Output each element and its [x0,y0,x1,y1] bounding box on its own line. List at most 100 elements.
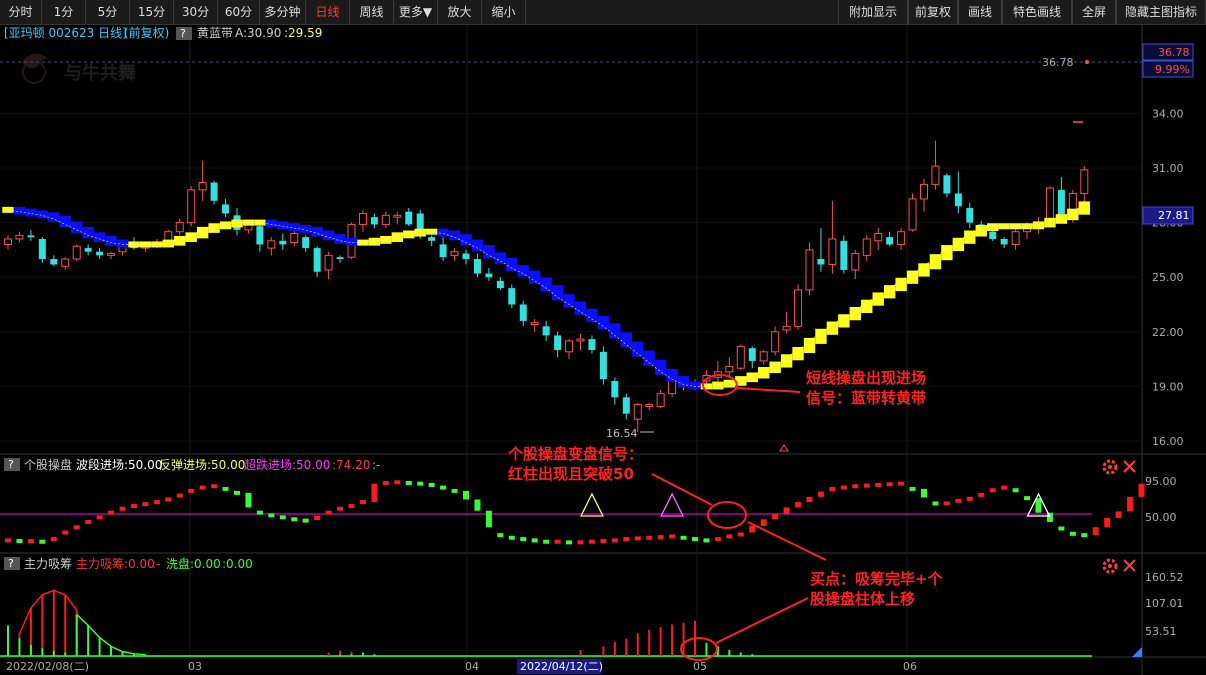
sub1-help-icon[interactable]: ? [8,458,14,471]
toolbar-btn-2[interactable]: 5分 [86,0,130,24]
sub1-param4: :74.20 [332,458,370,472]
sub2-help-icon[interactable]: ? [8,557,14,570]
band-segment [368,237,381,246]
sub1-bar [256,510,263,515]
sub1-bar [577,540,584,545]
sub1-bar [359,500,366,505]
toolbar-btn-9[interactable]: 更多▼ [394,0,438,24]
band-segment [849,306,861,321]
sub1-bar [16,539,23,544]
sub1-bar [337,506,344,511]
sub1-param3: 超跌进场:50.00 [244,457,330,472]
sub1-bar [692,537,698,542]
sub1-bar [1035,498,1042,513]
toolbar-btn-0[interactable]: 分时 [0,0,42,24]
band-segment [597,316,610,330]
date-may-label: 05 [693,660,707,673]
help-icon[interactable]: ? [180,27,186,40]
band-segment [769,361,781,374]
candle [794,284,803,330]
candle [736,344,745,371]
sub1-bar [943,501,950,506]
band-segment [574,301,587,315]
sub1-bar [566,540,573,545]
band-segment [826,321,839,335]
band-segment [1067,208,1079,221]
sub1-bar [291,517,298,522]
band-segment [758,367,770,379]
band-segment [643,350,655,366]
toolbar-right-btn-4[interactable]: 前复权 [908,0,958,24]
sub2-param4: :0.00 [222,557,253,571]
sub1-bar [474,499,481,511]
sub1-bar [955,498,962,503]
candle [840,235,848,274]
current-price-label: 27.81 [1158,209,1190,222]
toolbar-right-btn-0[interactable]: 隐藏主图指标 [1116,0,1206,24]
band-segment [1032,221,1045,230]
band-segment [139,241,152,248]
date-june-label: 06 [903,660,917,673]
sub1-bar [50,537,57,542]
indicator-a-value: :29.59 [284,26,322,40]
sub2-param3: 洗盘:0.00 [166,556,221,571]
toolbar-btn-6[interactable]: 多分钟 [260,0,306,24]
sub1-bar [222,486,229,491]
band-segment [48,212,60,222]
band-segment [941,245,953,261]
annotation-2-line2: 红柱出现且突破50 [508,465,634,483]
sub1-bar [840,485,847,490]
band-segment [964,230,976,244]
sub1-bar [829,486,836,491]
price-tick-5: 19.00 [1152,380,1184,393]
band-segment [174,235,186,246]
band-segment [906,270,919,284]
sub2-tick-low: 53.51 [1145,625,1177,638]
band-segment [803,337,816,353]
sub1-bar [1092,527,1099,536]
sub1-bar [39,539,46,544]
band-segment [345,237,358,246]
price-tick-4: 22.00 [1152,326,1184,339]
toolbar-btn-8[interactable]: 周线 [350,0,394,24]
sub1-bar [73,525,80,530]
band-segment [471,239,484,252]
band-segment [666,368,678,383]
band-segment [620,332,632,348]
band-segment [311,226,323,237]
band-segment [322,230,335,241]
sub1-bar [1012,488,1019,493]
band-segment [861,299,873,313]
sub1-bar [142,502,149,507]
band-segment [780,354,793,368]
band-segment [13,206,26,215]
annotation-1-line1: 短线操盘出现进场 [806,369,926,387]
date-march-label: 03 [188,660,202,673]
sub1-bar [966,496,973,501]
sub1-bar [543,539,550,544]
band-segment [128,241,140,248]
toolbar-btn-5[interactable]: 60分 [218,0,260,24]
band-segment [288,223,300,232]
toolbar-btn-3[interactable]: 15分 [130,0,174,24]
candle [908,193,917,232]
toolbar-btn-10[interactable]: 放大 [438,0,482,24]
band-segment [654,359,667,375]
annotation-2-line1: 个股操盘变盘信号： [507,445,643,463]
sub1-bar [62,530,69,535]
sub1-bar [485,510,492,528]
toolbar-right-btn-2[interactable]: 特色画线 [1002,0,1072,24]
adjust-label: (前复权) [124,25,169,40]
toolbar-btn-11[interactable]: 缩小 [482,0,526,24]
toolbar-right-btn-5[interactable]: 附加显示 [838,0,908,24]
toolbar-btn-1[interactable]: 1分 [42,0,86,24]
band-segment [895,277,907,292]
sub1-bar [268,513,275,518]
band-segment [483,245,495,259]
toolbar-btn-4[interactable]: 30分 [174,0,218,24]
band-segment [883,285,896,299]
sub1-bar [680,535,687,540]
toolbar-btn-7[interactable]: 日线 [306,0,350,24]
toolbar-right-btn-3[interactable]: 画线 [958,0,1002,24]
toolbar-right-btn-1[interactable]: 全屏 [1072,0,1116,24]
